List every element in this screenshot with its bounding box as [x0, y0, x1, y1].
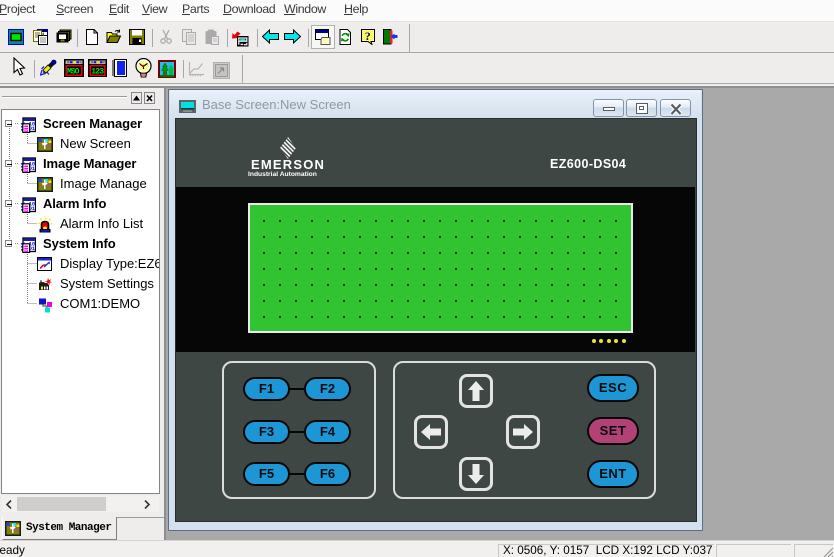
svg-text:123: 123 [91, 68, 104, 77]
svg-text:MSO: MSO [67, 68, 80, 77]
svg-text:?: ? [365, 29, 371, 43]
